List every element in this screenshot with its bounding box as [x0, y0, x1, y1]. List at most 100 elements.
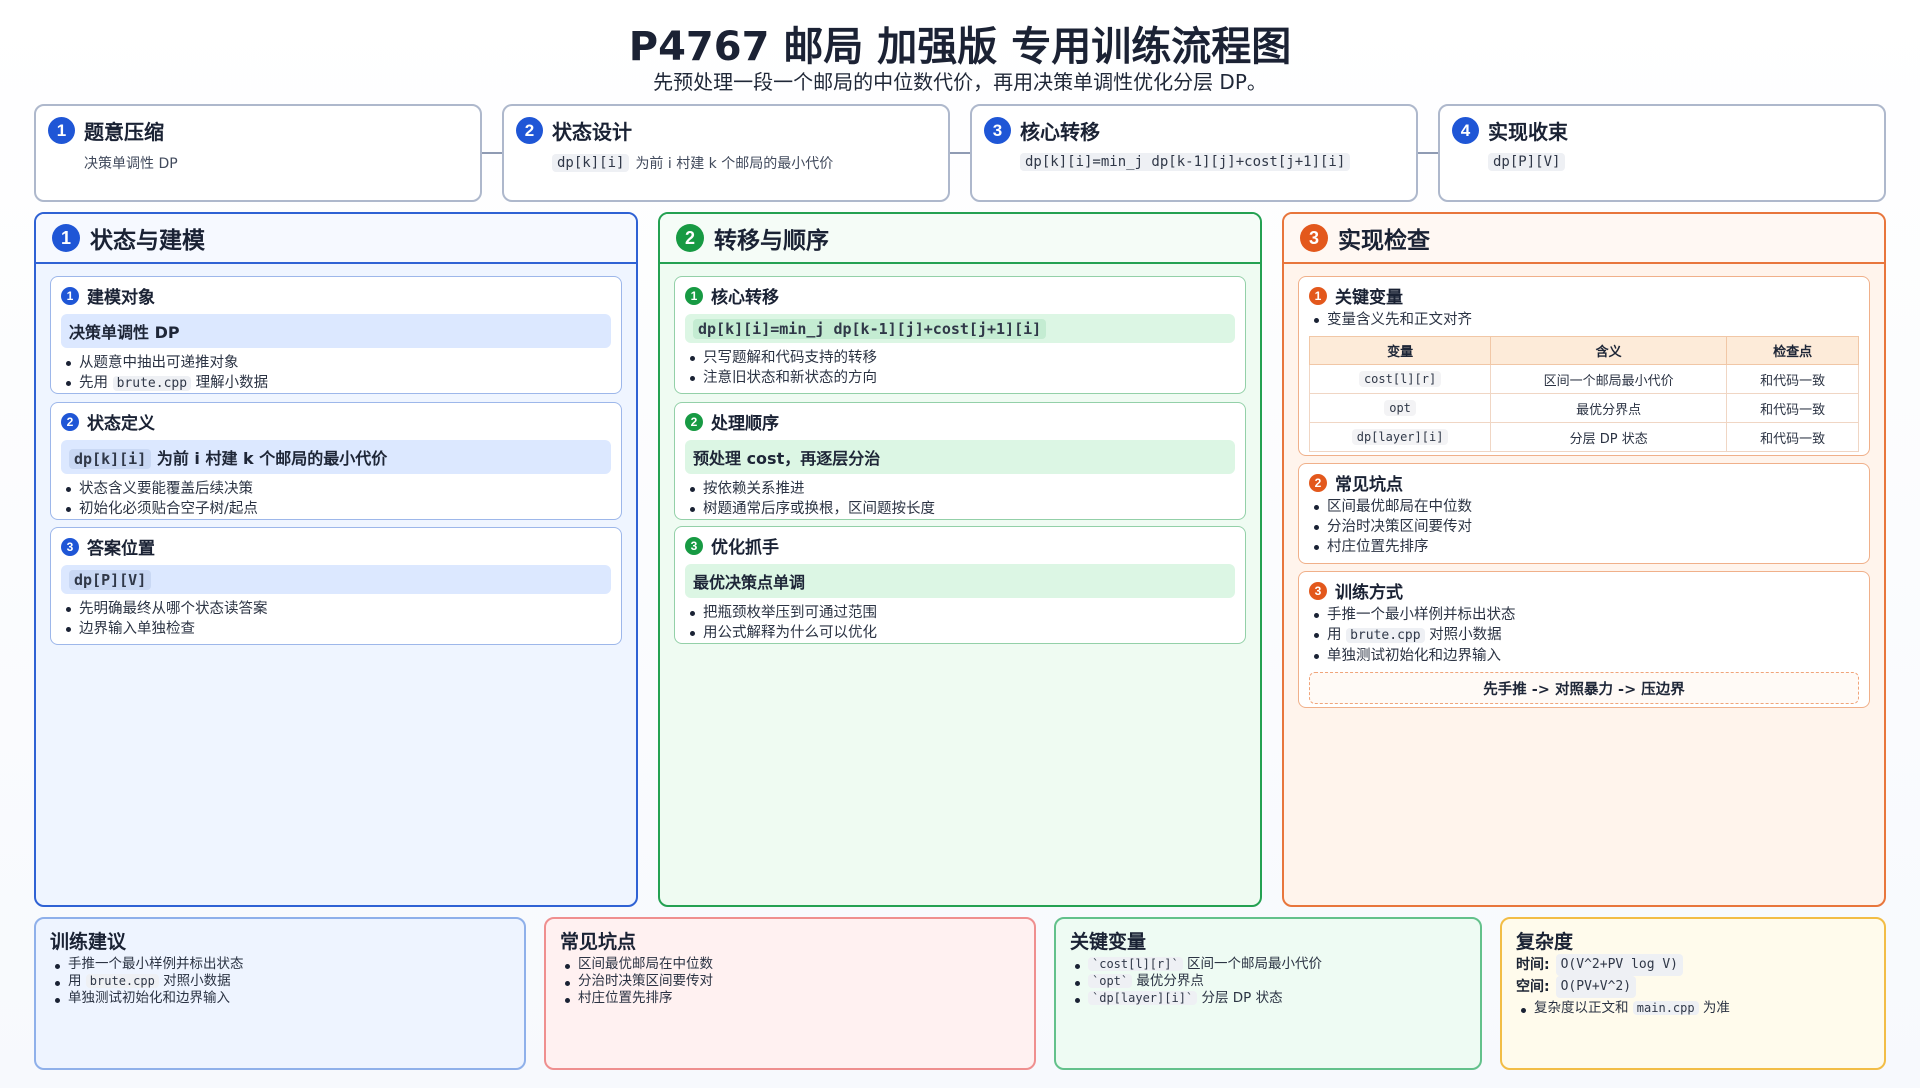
table-cell: 区间一个邮局最小代价 [1490, 364, 1728, 394]
list-item: 变量含义先和正文对齐 [1309, 310, 1859, 330]
step-text: 决策单调性 DP [84, 156, 178, 172]
note-title: 关键变量 [1070, 931, 1147, 953]
column-number-badge: 2 [676, 224, 704, 252]
page-subtitle: 先预处理一段一个邮局的中位数代价，再用决策单调性优化分层 DP。 [653, 70, 1267, 94]
list-item: 区间最优邮局在中位数 [1309, 497, 1859, 517]
card-number-badge: 3 [61, 537, 79, 556]
list-item: 用 brute.cpp 对照小数据 [50, 973, 510, 990]
list-item: 分治时决策区间要传对 [1309, 517, 1859, 537]
column-number-badge: 1 [52, 224, 80, 252]
list-item: 按依赖关系推进 [685, 479, 1235, 499]
step-number-badge: 4 [1452, 117, 1479, 144]
inline-code: dp[k][i] [69, 449, 152, 469]
step-code: dp[k][i] [552, 154, 630, 172]
card-number-badge: 2 [1309, 473, 1327, 492]
time-complexity: 时间: O(V^2+PV log V) [1516, 954, 1870, 976]
column-title: 转移与顺序 [714, 228, 829, 254]
inline-code: dp[P][V] [69, 570, 152, 590]
card-key-variables: 1 关键变量 变量含义先和正文对齐 变量 含义 检查点 cost[l][r] 区间… [1298, 276, 1870, 456]
card-optimization: 3 优化抓手 最优决策点单调 把瓶颈枚举压到可通过范围 用公式解释为什么可以优化 [674, 526, 1246, 644]
card-title: 状态定义 [87, 414, 155, 434]
training-flow-box: 先手推 -> 对照暴力 -> 压边界 [1309, 672, 1859, 704]
table-header: 检查点 [1726, 336, 1859, 365]
inline-code: `opt` [1088, 974, 1133, 988]
step-code: dp[P][V] [1488, 153, 1566, 171]
list-item: 初始化必须贴合空子树/起点 [61, 499, 611, 519]
step-2: 2 状态设计 dp[k][i] 为前 i 村建 k 个邮局的最小代价 [502, 104, 950, 202]
inline-code: dp[k][i]=min_j dp[k-1][j]+cost[j+1][i] [693, 319, 1047, 339]
card-training-method: 3 训练方式 手推一个最小样例并标出状态 用 brute.cpp 对照小数据 单独… [1298, 571, 1870, 708]
table-cell: 和代码一致 [1726, 393, 1859, 423]
inline-code: `cost[l][r]` [1088, 957, 1183, 971]
note-title: 复杂度 [1516, 931, 1574, 953]
variables-table: 变量 含义 检查点 cost[l][r] 区间一个邮局最小代价 和代码一致 op… [1308, 336, 1859, 452]
note-pitfalls: 常见坑点 区间最优邮局在中位数 分治时决策区间要传对 村庄位置先排序 [544, 917, 1036, 1070]
list-item: 村庄位置先排序 [1309, 537, 1859, 557]
list-item: 手推一个最小样例并标出状态 [50, 956, 510, 973]
list-item: 区间最优邮局在中位数 [560, 956, 1020, 973]
card-modeling-object: 1 建模对象 决策单调性 DP 从题意中抽出可递推对象 先用 brute.cpp … [50, 276, 622, 394]
table-header: 变量 [1308, 336, 1492, 365]
list-item: 先明确最终从哪个状态读答案 [61, 599, 611, 619]
list-item: 单独测试初始化和边界输入 [50, 990, 510, 1007]
step-number-badge: 3 [984, 117, 1011, 144]
card-state-definition: 2 状态定义 dp[k][i] 为前 i 村建 k 个邮局的最小代价 状态含义要能… [50, 402, 622, 520]
column-header: 3 实现检查 [1284, 214, 1884, 264]
inline-code: brute.cpp [85, 974, 159, 988]
card-highlight: 预处理 cost，再逐层分治 [685, 440, 1235, 474]
column-implementation: 3 实现检查 1 关键变量 变量含义先和正文对齐 变量 含义 检查点 cost[l… [1282, 212, 1886, 907]
card-highlight: 决策单调性 DP [61, 314, 611, 348]
column-number-badge: 3 [1300, 224, 1328, 252]
list-item: 把瓶颈枚举压到可通过范围 [685, 603, 1235, 623]
card-core-transition: 1 核心转移 dp[k][i]=min_j dp[k-1][j]+cost[j+1… [674, 276, 1246, 394]
card-number-badge: 1 [685, 286, 703, 305]
card-number-badge: 1 [1309, 286, 1327, 305]
card-title: 常见坑点 [1335, 475, 1403, 495]
list-item: 先用 brute.cpp 理解小数据 [61, 373, 611, 394]
card-highlight: dp[k][i]=min_j dp[k-1][j]+cost[j+1][i] [685, 314, 1235, 343]
card-title: 训练方式 [1335, 583, 1403, 603]
table-cell: cost[l][r] [1358, 370, 1442, 387]
step-number-badge: 2 [516, 117, 543, 144]
note-title: 常见坑点 [560, 931, 637, 953]
column-header: 2 转移与顺序 [660, 214, 1260, 264]
step-3: 3 核心转移 dp[k][i]=min_j dp[k-1][j]+cost[j+… [970, 104, 1418, 202]
step-title: 实现收束 [1488, 120, 1568, 144]
list-item: `cost[l][r]` 区间一个邮局最小代价 [1070, 956, 1466, 973]
card-title: 优化抓手 [711, 538, 779, 558]
column-title: 状态与建模 [90, 228, 205, 254]
step-number-badge: 1 [48, 117, 75, 144]
step-title: 题意压缩 [84, 120, 164, 144]
step-title: 状态设计 [552, 120, 632, 144]
step-connector [950, 152, 970, 154]
list-item: `dp[layer][i]` 分层 DP 状态 [1070, 990, 1466, 1007]
card-highlight: 最优决策点单调 [685, 564, 1235, 598]
table-row: dp[layer][i] 分层 DP 状态 和代码一致 [1308, 422, 1859, 452]
card-number-badge: 2 [61, 412, 79, 431]
table-cell: 分层 DP 状态 [1490, 422, 1728, 452]
list-item: `opt` 最优分界点 [1070, 973, 1466, 990]
list-item: 手推一个最小样例并标出状态 [1309, 605, 1859, 625]
column-transition: 2 转移与顺序 1 核心转移 dp[k][i]=min_j dp[k-1][j]+… [658, 212, 1262, 907]
step-code: dp[k][i]=min_j dp[k-1][j]+cost[j+1][i] [1020, 153, 1351, 171]
card-processing-order: 2 处理顺序 预处理 cost，再逐层分治 按依赖关系推进 树题通常后序或换根，区… [674, 402, 1246, 520]
table-cell: dp[layer][i] [1351, 428, 1449, 445]
table-header: 含义 [1490, 336, 1728, 365]
page-title: P4767 邮局 加强版 专用训练流程图 [628, 24, 1292, 70]
note-complexity: 复杂度 时间: O(V^2+PV log V) 空间: O(PV+V^2) 复杂度以… [1500, 917, 1886, 1070]
card-number-badge: 2 [685, 412, 703, 431]
list-item: 复杂度以正文和 main.cpp 为准 [1516, 1000, 1870, 1017]
step-row: 1 题意压缩 决策单调性 DP 2 状态设计 dp[k][i] 为前 i 村建 … [34, 104, 1886, 202]
step-title: 核心转移 [1020, 120, 1100, 144]
step-connector [482, 152, 502, 154]
space-complexity: 空间: O(PV+V^2) [1516, 976, 1870, 998]
list-item: 用公式解释为什么可以优化 [685, 623, 1235, 643]
inline-code: `dp[layer][i]` [1088, 991, 1198, 1005]
list-item: 村庄位置先排序 [560, 990, 1020, 1007]
table-cell: opt [1384, 399, 1416, 416]
card-answer-position: 3 答案位置 dp[P][V] 先明确最终从哪个状态读答案 边界输入单独检查 [50, 527, 622, 645]
card-pitfalls: 2 常见坑点 区间最优邮局在中位数 分治时决策区间要传对 村庄位置先排序 [1298, 463, 1870, 564]
card-title: 关键变量 [1335, 288, 1403, 308]
card-highlight: dp[P][V] [61, 565, 611, 594]
table-row: cost[l][r] 区间一个邮局最小代价 和代码一致 [1308, 364, 1859, 394]
